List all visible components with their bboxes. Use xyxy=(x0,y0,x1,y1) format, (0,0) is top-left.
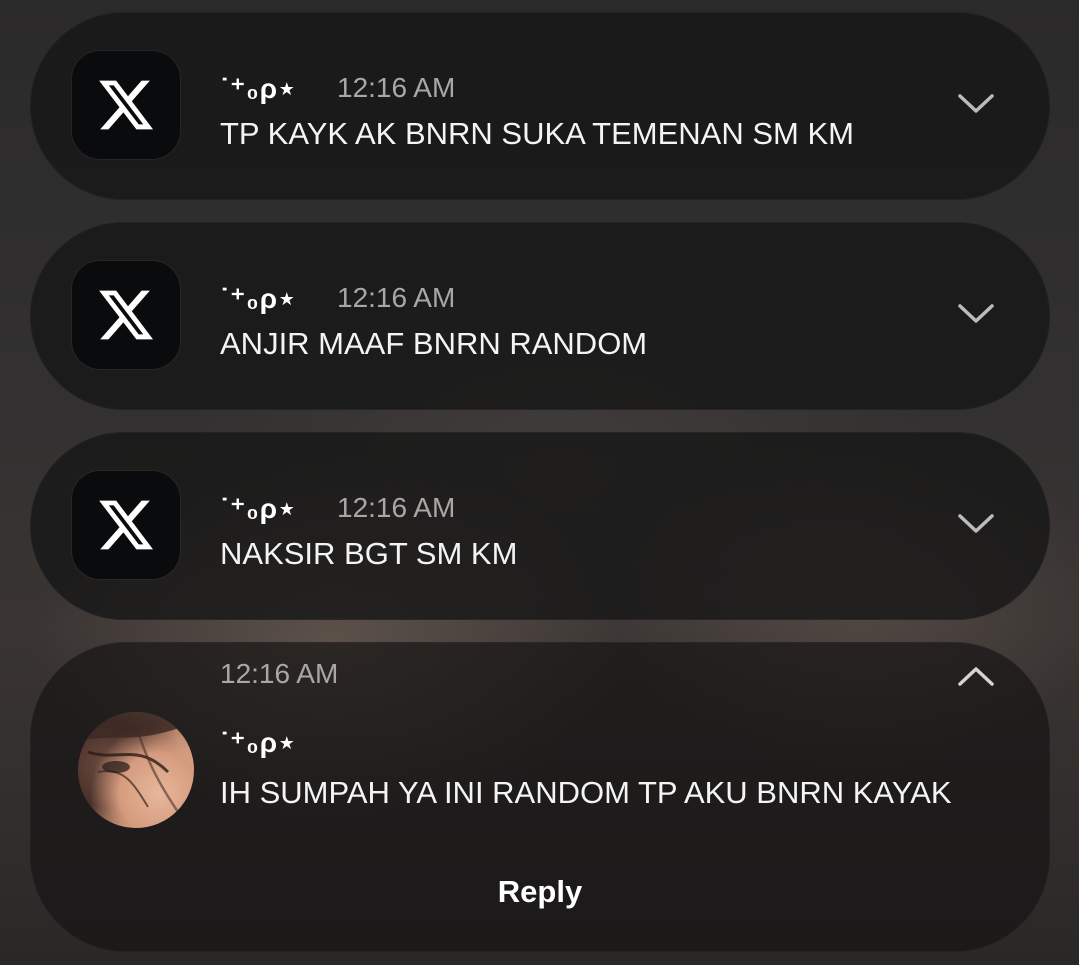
expanded-notification-card[interactable]: 12:16 AM ˙⁺₀ρ⋆ IH SUMPAH YA INI RANDOM T… xyxy=(30,642,1050,952)
notification-time: 12:16 AM xyxy=(337,282,456,313)
notification-card[interactable]: ˙⁺₀ρ⋆ 12:16 AM NAKSIR BGT SM KM xyxy=(30,432,1050,620)
notification-time: 12:16 AM xyxy=(337,492,456,523)
x-app-icon xyxy=(72,471,180,579)
notification-message: TP KAYK AK BNRN SUKA TEMENAN SM KM xyxy=(220,116,854,151)
avatar xyxy=(78,712,194,828)
notification-card[interactable]: ˙⁺₀ρ⋆ 12:16 AM TP KAYK AK BNRN SUKA TEME… xyxy=(30,12,1050,200)
sender-name: ˙⁺₀ρ⋆ xyxy=(220,73,297,104)
chevron-down-icon[interactable] xyxy=(956,302,996,326)
notification-card[interactable]: ˙⁺₀ρ⋆ 12:16 AM ANJIR MAAF BNRN RANDOM xyxy=(30,222,1050,410)
x-app-icon xyxy=(72,261,180,369)
sender-name: ˙⁺₀ρ⋆ xyxy=(220,727,297,758)
x-logo-icon xyxy=(99,500,154,550)
chevron-down-icon[interactable] xyxy=(956,92,996,116)
notification-time: 12:16 AM xyxy=(337,72,456,103)
x-logo-icon xyxy=(99,80,154,130)
notification-message: ANJIR MAAF BNRN RANDOM xyxy=(220,326,648,361)
notification-message: IH SUMPAH YA INI RANDOM TP AKU BNRN KAYA… xyxy=(220,775,952,810)
sender-name: ˙⁺₀ρ⋆ xyxy=(220,283,297,314)
reply-button[interactable]: Reply xyxy=(30,872,1050,912)
notification-message: NAKSIR BGT SM KM xyxy=(220,536,518,571)
x-app-icon xyxy=(72,51,180,159)
chevron-down-icon[interactable] xyxy=(956,512,996,536)
x-logo-icon xyxy=(99,290,154,340)
notification-time: 12:16 AM xyxy=(220,658,339,689)
chevron-up-icon[interactable] xyxy=(956,664,996,688)
avatar-photo-icon xyxy=(78,712,194,813)
sender-name: ˙⁺₀ρ⋆ xyxy=(220,493,297,524)
